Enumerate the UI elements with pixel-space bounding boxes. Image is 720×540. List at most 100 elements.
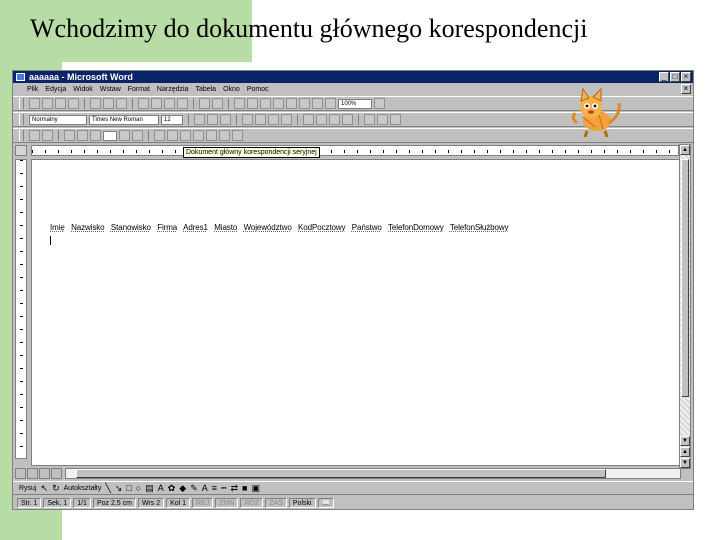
toolbar-grip[interactable] [19,114,24,125]
style-select[interactable]: Normalny [29,114,87,125]
view-merged-data-icon[interactable] [64,130,75,141]
menu-help[interactable]: Pomoc [247,86,269,93]
select-objects-icon[interactable]: ↖ [41,483,49,493]
font-color-icon[interactable] [390,114,401,125]
status-rec[interactable]: REJ [192,497,214,508]
insert-table-icon[interactable] [260,98,271,109]
mail-merge-helper-icon[interactable] [154,130,165,141]
3d-icon[interactable]: ▣ [251,483,260,493]
columns-icon[interactable] [286,98,297,109]
merge-field[interactable]: TelefonDomowy [388,223,444,232]
last-record-icon[interactable] [132,130,143,141]
oval-icon[interactable]: ○ [136,483,141,493]
free-rotate-icon[interactable]: ↻ [52,483,60,493]
merge-field[interactable]: Nazwisko [71,223,105,232]
merge-field[interactable]: Firma [157,223,177,232]
tab-selector[interactable] [15,145,27,156]
edit-data-source-icon[interactable] [232,130,243,141]
mail-merge-icon[interactable] [206,130,217,141]
paste-icon[interactable] [164,98,175,109]
help-icon[interactable] [374,98,385,109]
dash-style-icon[interactable]: ┅ [221,483,226,493]
menu-insert[interactable]: Wstaw [100,86,121,93]
email-icon[interactable] [68,98,79,109]
insert-word-field-icon[interactable] [42,130,53,141]
document-close-button[interactable]: × [681,84,691,94]
merge-field[interactable]: KodPocztowy [298,223,345,232]
border-icon[interactable] [364,114,375,125]
vertical-scrollbar[interactable]: ▲ ▼ ▲ ▼ [679,144,691,469]
word-app-icon[interactable] [16,73,25,81]
minimize-button[interactable]: _ [659,72,669,82]
spelling-status-icon[interactable]: 📖 [317,497,335,508]
zoom-select[interactable]: 100% [338,98,372,109]
vertical-ruler[interactable] [15,159,27,459]
menu-file[interactable]: Plik [27,86,38,93]
next-page-icon[interactable]: ▼ [680,458,690,468]
hyperlink-icon[interactable] [234,98,245,109]
record-number-field[interactable] [103,130,117,141]
horizontal-ruler[interactable] [31,145,679,156]
align-right-icon[interactable] [268,114,279,125]
decrease-indent-icon[interactable] [329,114,340,125]
status-trk[interactable]: ZMN [215,497,239,508]
bold-icon[interactable] [194,114,205,125]
scroll-up-icon[interactable]: ▲ [680,145,690,155]
document-map-icon[interactable] [312,98,323,109]
toolbar-grip[interactable] [19,130,24,141]
wordart-icon[interactable]: A [158,483,164,493]
menu-view[interactable]: Widok [73,86,92,93]
spelling-icon[interactable] [116,98,127,109]
merge-field[interactable]: Województwo [244,223,292,232]
merge-field[interactable]: Miasto [214,223,237,232]
numbering-icon[interactable] [303,114,314,125]
format-painter-icon[interactable] [177,98,188,109]
underline-icon[interactable] [220,114,231,125]
web-layout-icon[interactable] [27,468,38,479]
print-preview-icon[interactable] [103,98,114,109]
rectangle-icon[interactable]: □ [126,483,131,493]
previous-record-icon[interactable] [90,130,101,141]
line-icon[interactable]: ╲ [105,483,110,493]
print-layout-icon[interactable] [39,468,50,479]
bullets-icon[interactable] [316,114,327,125]
redo-icon[interactable] [212,98,223,109]
textbox-icon[interactable]: ▤ [145,483,154,493]
new-document-icon[interactable] [29,98,40,109]
arrow-style-icon[interactable]: ⇄ [230,483,238,493]
horizontal-scrollbar[interactable] [65,468,681,479]
menu-table[interactable]: Tabela [195,86,216,93]
first-record-icon[interactable] [77,130,88,141]
fill-color-icon[interactable]: ◆ [179,483,186,493]
merge-field[interactable]: TelefonSłużbowy [450,223,509,232]
merge-field[interactable]: Państwo [352,223,382,232]
arrow-icon[interactable]: ↘ [115,483,123,493]
align-center-icon[interactable] [255,114,266,125]
status-ovr[interactable]: ZAS [265,497,287,508]
font-size-select[interactable]: 12 [161,114,183,125]
highlight-icon[interactable] [377,114,388,125]
merge-field[interactable]: Imię [50,223,65,232]
find-record-icon[interactable] [219,130,230,141]
tables-borders-icon[interactable] [247,98,258,109]
merge-field[interactable]: Stanowisko [111,223,151,232]
draw-menu[interactable]: Rysuj [19,485,37,492]
undo-icon[interactable] [199,98,210,109]
font-color-icon[interactable]: A [202,483,208,493]
outline-view-icon[interactable] [51,468,62,479]
maximize-button[interactable]: □ [670,72,680,82]
increase-indent-icon[interactable] [342,114,353,125]
insert-merge-field-icon[interactable] [29,130,40,141]
clipart-icon[interactable]: ✿ [168,483,176,493]
line-color-icon[interactable]: ✎ [190,483,198,493]
vertical-scroll-thumb[interactable] [681,159,689,397]
italic-icon[interactable] [207,114,218,125]
justify-icon[interactable] [281,114,292,125]
copy-icon[interactable] [151,98,162,109]
autoshapes-menu[interactable]: Autokształty [64,485,102,492]
normal-view-icon[interactable] [15,468,26,479]
menu-format[interactable]: Format [128,86,150,93]
check-errors-icon[interactable] [167,130,178,141]
shadow-icon[interactable]: ■ [242,483,247,493]
line-style-icon[interactable]: ≡ [212,483,217,493]
